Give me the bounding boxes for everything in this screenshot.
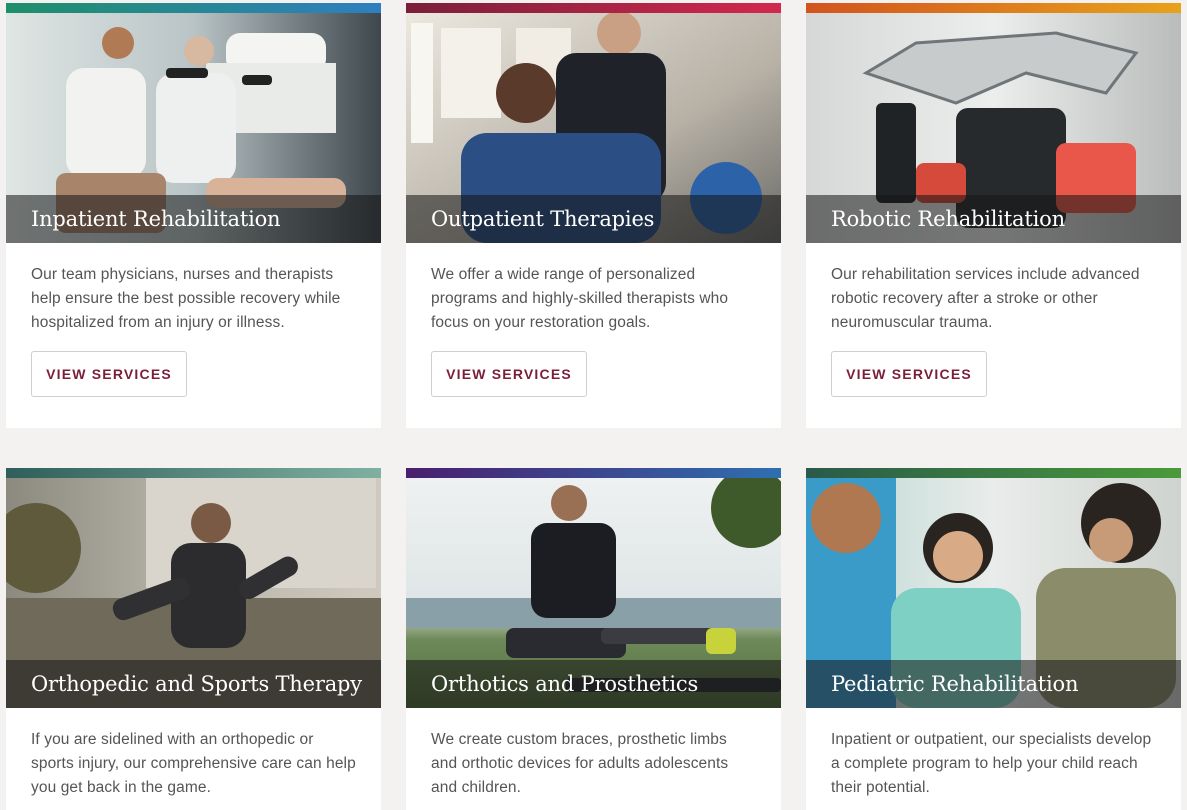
card-title: Robotic Rehabilitation [831, 207, 1065, 231]
accent-bar [6, 468, 381, 478]
card-description: We create custom braces, prosthetic limb… [431, 731, 729, 796]
card-description: Our team physicians, nurses and therapis… [31, 266, 341, 331]
card-title: Orthopedic and Sports Therapy [31, 672, 362, 696]
orthopedic-photo[interactable]: Orthopedic and Sports Therapy [6, 478, 381, 708]
accent-bar [406, 468, 781, 478]
card-caption: Robotic Rehabilitation [806, 195, 1181, 243]
accent-bar [6, 3, 381, 13]
orthotics-photo[interactable]: Orthotics and Prosthetics [406, 478, 781, 708]
card-description: Our rehabilitation services include adva… [831, 266, 1140, 331]
accent-bar [406, 3, 781, 13]
view-services-button[interactable]: VIEW SERVICES [31, 351, 187, 397]
card-description: We offer a wide range of personalized pr… [431, 266, 729, 331]
card-description: If you are sidelined with an orthopedic … [31, 731, 356, 796]
pediatric-photo[interactable]: Pediatric Rehabilitation [806, 478, 1181, 708]
view-services-button[interactable]: VIEW SERVICES [831, 351, 987, 397]
service-card-inpatient: Inpatient Rehabilitation Our team physic… [6, 3, 381, 428]
card-title: Orthotics and Prosthetics [431, 672, 699, 696]
card-caption: Outpatient Therapies [406, 195, 781, 243]
card-caption: Inpatient Rehabilitation [6, 195, 381, 243]
service-card-orthopedic: Orthopedic and Sports Therapy If you are… [6, 468, 381, 810]
view-services-button[interactable]: VIEW SERVICES [431, 351, 587, 397]
service-card-orthotics: Orthotics and Prosthetics We create cust… [406, 468, 781, 810]
service-card-robotic: Robotic Rehabilitation Our rehabilitatio… [806, 3, 1181, 428]
card-caption: Pediatric Rehabilitation [806, 660, 1181, 708]
outpatient-photo[interactable]: Outpatient Therapies [406, 13, 781, 243]
card-title: Inpatient Rehabilitation [31, 207, 281, 231]
card-title: Outpatient Therapies [431, 207, 655, 231]
accent-bar [806, 468, 1181, 478]
inpatient-photo[interactable]: Inpatient Rehabilitation [6, 13, 381, 243]
robotic-photo[interactable]: Robotic Rehabilitation [806, 13, 1181, 243]
service-card-outpatient: Outpatient Therapies We offer a wide ran… [406, 3, 781, 428]
accent-bar [806, 3, 1181, 13]
card-description: Inpatient or outpatient, our specialists… [831, 731, 1152, 796]
service-card-pediatric: Pediatric Rehabilitation Inpatient or ou… [806, 468, 1181, 810]
card-title: Pediatric Rehabilitation [831, 672, 1079, 696]
services-grid: Inpatient Rehabilitation Our team physic… [0, 0, 1187, 810]
card-caption: Orthopedic and Sports Therapy [6, 660, 381, 708]
card-caption: Orthotics and Prosthetics [406, 660, 781, 708]
